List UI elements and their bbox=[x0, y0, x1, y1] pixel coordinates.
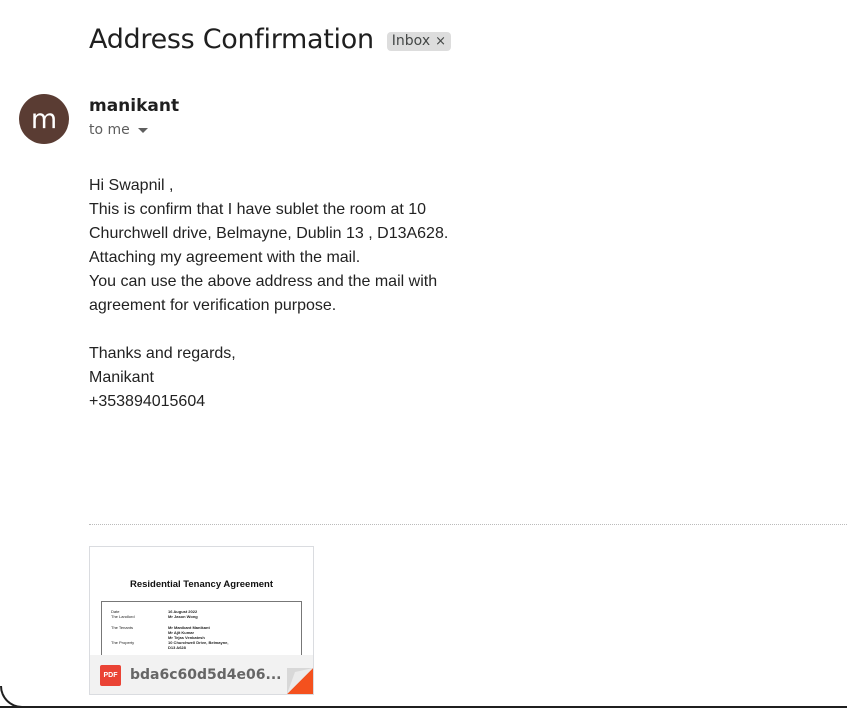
body-line: Churchwell drive, Belmayne, Dublin 13 , … bbox=[89, 225, 449, 242]
preview-key: The Landlord bbox=[111, 614, 135, 619]
window-bottom-left-corner bbox=[0, 686, 22, 708]
email-body: Hi Swapnil , This is confirm that I have… bbox=[89, 174, 448, 414]
page-fold-icon bbox=[287, 668, 313, 694]
preview-table bbox=[101, 601, 302, 661]
remove-label-icon[interactable]: × bbox=[435, 34, 446, 49]
body-line: Attaching my agreement with the mail. bbox=[89, 249, 361, 266]
subject-row: Address Confirmation Inbox × bbox=[89, 24, 452, 55]
body-line bbox=[89, 318, 448, 342]
preview-title: Residential Tenancy Agreement bbox=[129, 579, 274, 590]
pdf-icon: PDF bbox=[100, 664, 121, 686]
attachment-bar[interactable]: PDF bda6c60d5d4e06... bbox=[90, 655, 313, 694]
body-line: You can use the above address and the ma… bbox=[89, 273, 438, 290]
preview-key: The Tenants bbox=[111, 625, 133, 630]
attachments-divider bbox=[89, 524, 847, 525]
preview-key: The Property bbox=[111, 640, 135, 645]
body-line: agreement for verification purpose. bbox=[89, 297, 337, 314]
preview-value: D13 A628 bbox=[168, 645, 186, 650]
chevron-down-icon[interactable] bbox=[137, 127, 148, 133]
body-line: Hi Swapnil , bbox=[89, 177, 174, 194]
recipients-text: to me bbox=[89, 122, 130, 138]
body-line: Thanks and regards, bbox=[89, 345, 236, 362]
label-text: Inbox bbox=[391, 33, 431, 49]
inbox-label-chip[interactable]: Inbox × bbox=[386, 32, 452, 51]
email-subject: Address Confirmation bbox=[89, 24, 374, 55]
recipients-dropdown[interactable]: to me bbox=[89, 122, 148, 138]
body-line: Manikant bbox=[89, 369, 154, 386]
body-line: +353894015604 bbox=[89, 393, 206, 410]
attachment-file-name[interactable]: bda6c60d5d4e06... bbox=[130, 667, 281, 683]
attachment-preview[interactable]: Residential Tenancy Agreement Date 16 Au… bbox=[90, 547, 313, 661]
preview-value: Mr Jason Wong bbox=[168, 614, 198, 619]
body-line: This is confirm that I have sublet the r… bbox=[89, 201, 427, 218]
attachment-card[interactable]: Residential Tenancy Agreement Date 16 Au… bbox=[89, 546, 314, 695]
avatar-letter: m bbox=[30, 103, 58, 135]
sender-name[interactable]: manikant bbox=[89, 96, 179, 116]
sender-avatar[interactable]: m bbox=[19, 94, 69, 144]
